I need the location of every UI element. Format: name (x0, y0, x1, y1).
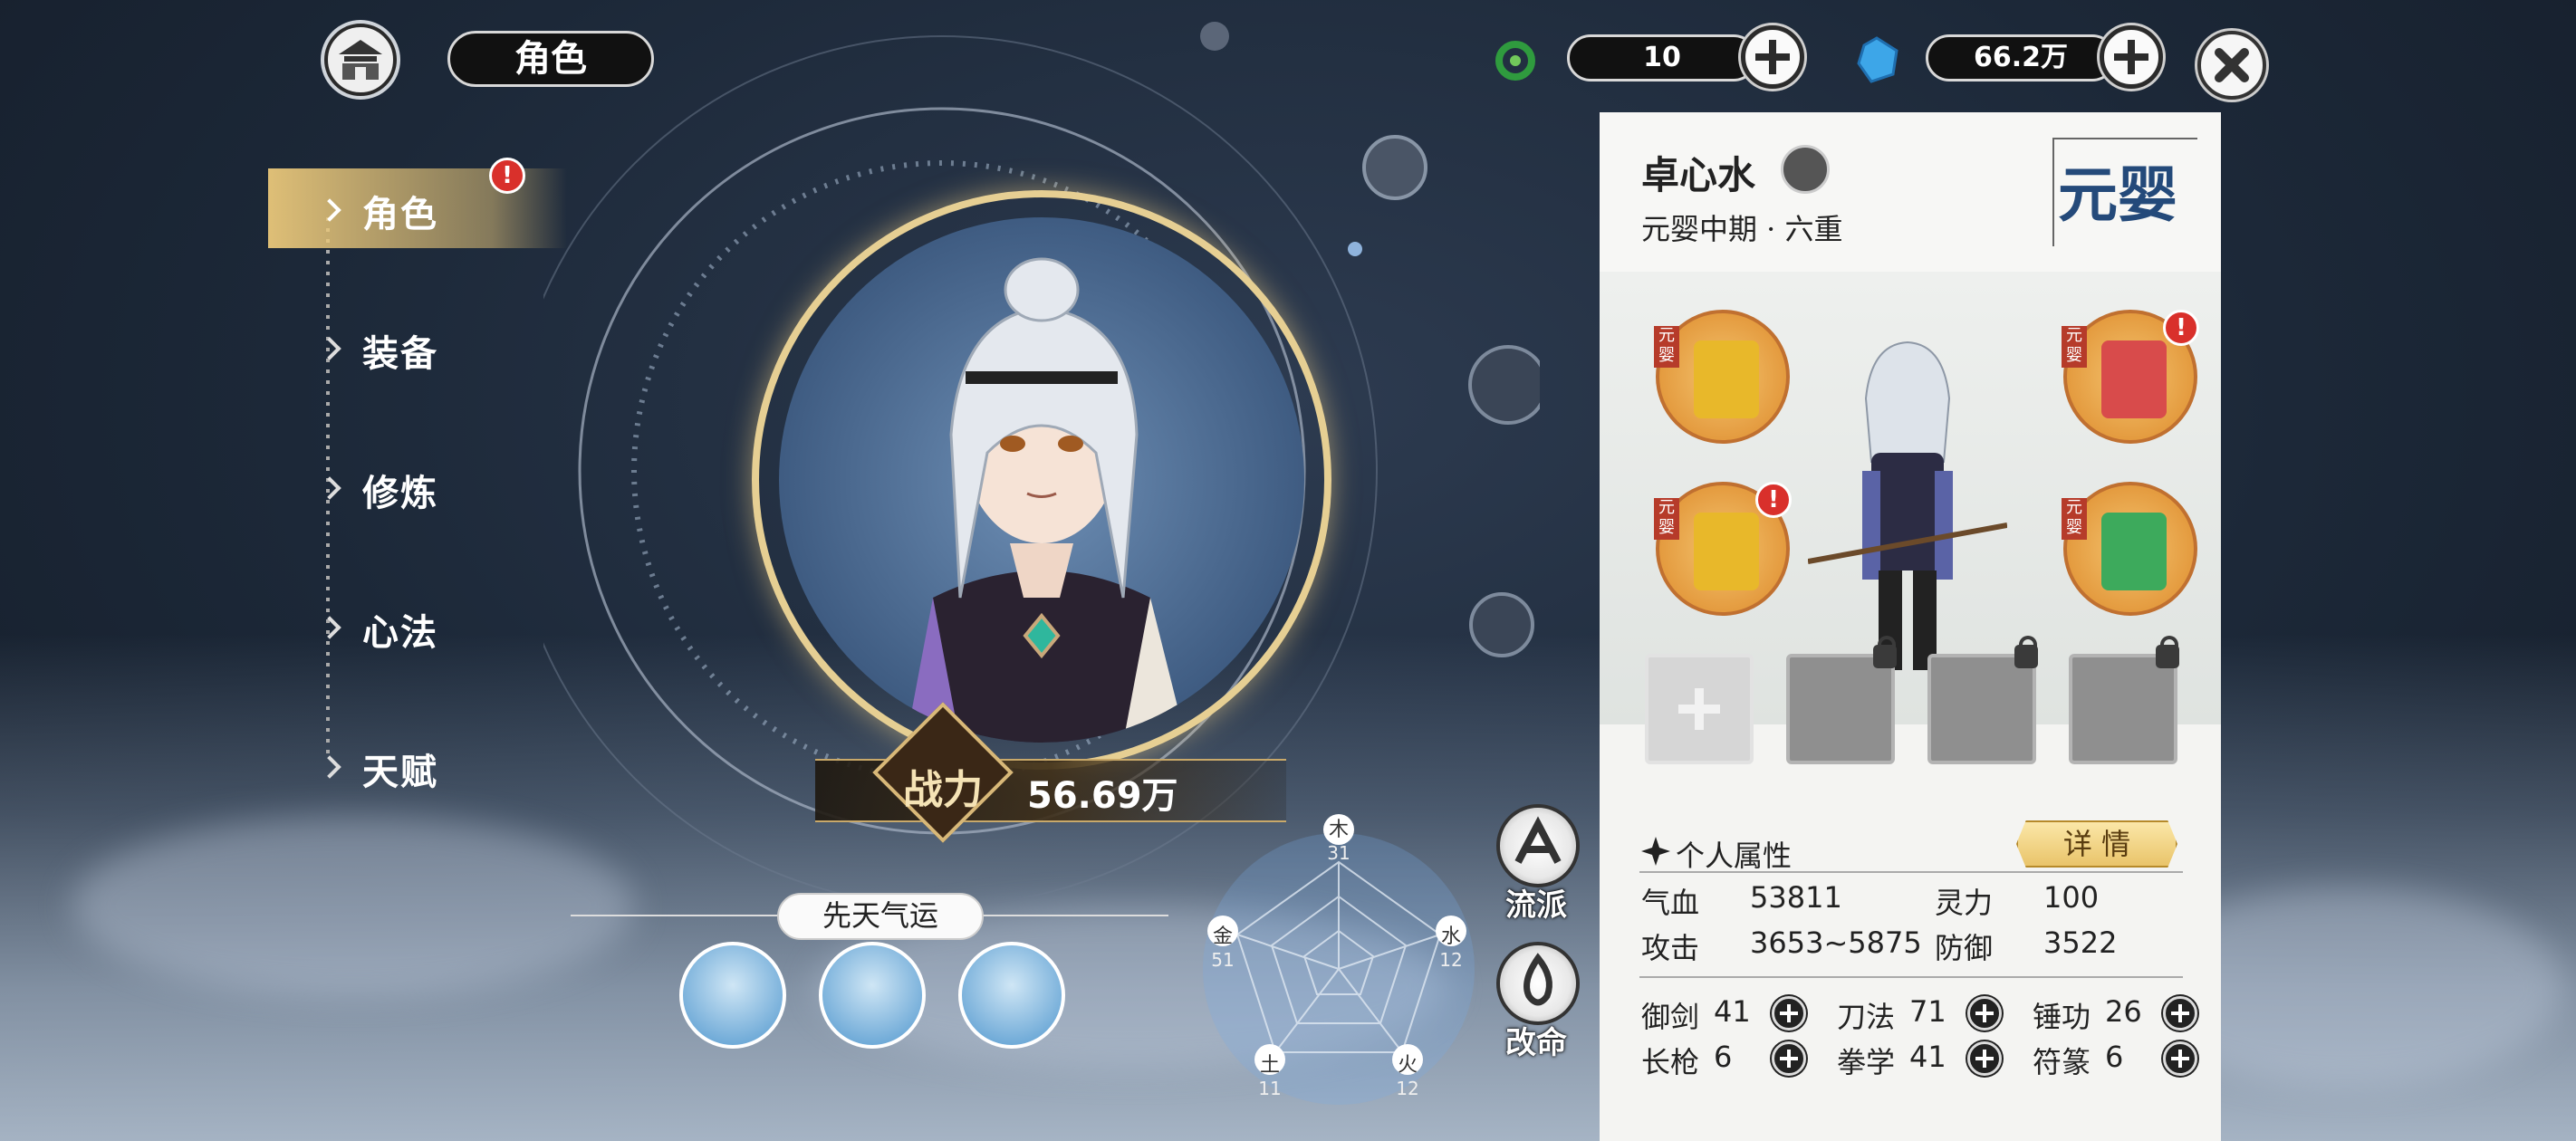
close-icon (2215, 48, 2249, 82)
skill-label: 御剑 (1641, 1000, 1700, 1034)
upgrade-skill-button[interactable] (2163, 996, 2197, 1031)
home-button[interactable] (324, 24, 397, 96)
element-water-value: 12 (1439, 949, 1463, 971)
element-earth-label: 土 (1259, 1054, 1280, 1077)
attributes-divider (1639, 871, 2183, 873)
spirit-stone-icon (1857, 36, 1898, 83)
skill-value: 6 (1714, 1040, 1733, 1074)
stat-label: 攻击 (1641, 931, 1700, 965)
nav-label: 心法 (362, 612, 438, 654)
character-illustration (906, 257, 1187, 743)
skill-value: 41 (1714, 994, 1751, 1029)
school-badge-icon (1781, 145, 1830, 194)
fortune-title: 先天气运 (777, 893, 984, 940)
fortune-slot-1[interactable] (679, 942, 786, 1049)
currency2-value: 66.2万 (1926, 34, 2116, 82)
sparkle-icon (1641, 837, 1670, 866)
element-metal-value: 51 (1211, 949, 1235, 971)
stat-value: 53811 (1750, 880, 1842, 915)
nav-label: 角色 (362, 194, 438, 235)
locked-slot (1786, 636, 1897, 764)
upgrade-skill-button[interactable] (1772, 996, 1806, 1031)
element-fire-label: 火 (1397, 1054, 1418, 1077)
fate-button[interactable] (1496, 942, 1580, 1025)
upgrade-skill-button[interactable] (1967, 1041, 2002, 1076)
flame-icon (1523, 953, 1552, 1006)
power-label: 战力 (903, 767, 983, 813)
add-currency2-button[interactable] (2100, 25, 2163, 89)
skill-label: 符篆 (2033, 1045, 2091, 1079)
realm-badge: 元婴 (2058, 159, 2177, 230)
stat-value: 3522 (2043, 925, 2118, 960)
element-water-label: 水 (1440, 925, 1461, 948)
stat-label: 气血 (1641, 886, 1700, 920)
currency1-value: 10 (1567, 34, 1757, 82)
lock-icon (2014, 636, 2038, 668)
element-fire-value: 12 (1396, 1078, 1419, 1099)
skill-tag: 元婴 (1654, 326, 1679, 368)
nav-label: 装备 (362, 333, 438, 375)
fate-label: 改命 (1505, 1025, 1567, 1061)
school-icon (1514, 816, 1562, 864)
skill-label: 长枪 (1641, 1045, 1700, 1079)
element-earth-value: 11 (1258, 1078, 1282, 1099)
details-button[interactable]: 详 情 (2016, 820, 2177, 868)
element-wood-label: 木 (1328, 819, 1349, 841)
add-currency1-button[interactable] (1741, 25, 1804, 89)
skill-slot-2[interactable]: 元婴 ! (2062, 310, 2199, 444)
school-label: 流派 (1505, 887, 1567, 924)
locked-slot (1927, 636, 2038, 764)
character-portrait (779, 217, 1304, 743)
character-realm: 元婴中期 · 六重 (1641, 212, 1843, 246)
school-button[interactable] (1496, 804, 1580, 887)
power-value: 56.69万 (1027, 775, 1178, 817)
nav-label: 修炼 (362, 473, 438, 514)
skill-value: 41 (1909, 1040, 1946, 1074)
character-name: 卓心水 (1641, 153, 1756, 197)
upgrade-skill-button[interactable] (2163, 1041, 2197, 1076)
skill-label: 拳学 (1837, 1045, 1896, 1079)
pavilion-icon (339, 40, 382, 80)
character-figure (1808, 340, 2007, 670)
fortune-slot-2[interactable] (819, 942, 926, 1049)
attributes-title: 个人属性 (1676, 839, 1793, 873)
close-button[interactable] (2197, 31, 2266, 100)
skills-divider (1639, 976, 2183, 978)
skill-tag: 元婴 (2062, 326, 2087, 368)
skill-alert-badge: ! (1755, 482, 1792, 518)
skill-tag: 元婴 (2062, 498, 2087, 540)
stat-label: 防御 (1935, 931, 1994, 965)
locked-slot (2069, 636, 2179, 764)
stat-value: 3653~5875 (1750, 925, 1922, 960)
skill-slot-4[interactable]: 元婴 (2062, 482, 2197, 616)
nav-alert-badge: ! (489, 158, 525, 194)
skill-tag: 元婴 (1654, 498, 1679, 540)
skill-label: 锤功 (2033, 1000, 2091, 1034)
nav-label: 天赋 (362, 752, 438, 793)
page-title: 角色 (447, 31, 654, 87)
skill-slot-3[interactable]: 元婴 ! (1654, 482, 1792, 616)
skill-label: 刀法 (1837, 1000, 1896, 1034)
upgrade-skill-button[interactable] (1967, 996, 2002, 1031)
skill-alert-badge: ! (2163, 310, 2199, 346)
upgrade-skill-button[interactable] (1772, 1041, 1806, 1076)
character-info-panel: 卓心水 元婴中期 · 六重 元婴 元婴 元婴 ! 元婴 ! 元婴 个人属性 详 … (1600, 112, 2221, 1141)
add-slot-button[interactable] (1645, 654, 1754, 764)
green-dragon-icon (1495, 41, 1535, 81)
lock-icon (1873, 636, 1897, 668)
skill-value: 26 (2105, 994, 2142, 1029)
plus-icon (1678, 688, 1720, 730)
element-metal-label: 金 (1212, 925, 1233, 948)
fortune-slot-3[interactable] (958, 942, 1065, 1049)
lock-icon (2156, 636, 2179, 668)
skill-value: 6 (2105, 1040, 2124, 1074)
stat-label: 灵力 (1935, 886, 1994, 920)
skill-value: 71 (1909, 994, 1946, 1029)
skill-slot-1[interactable]: 元婴 (1654, 310, 1790, 444)
stat-value: 100 (2043, 880, 2100, 915)
element-wood-value: 31 (1327, 842, 1350, 864)
